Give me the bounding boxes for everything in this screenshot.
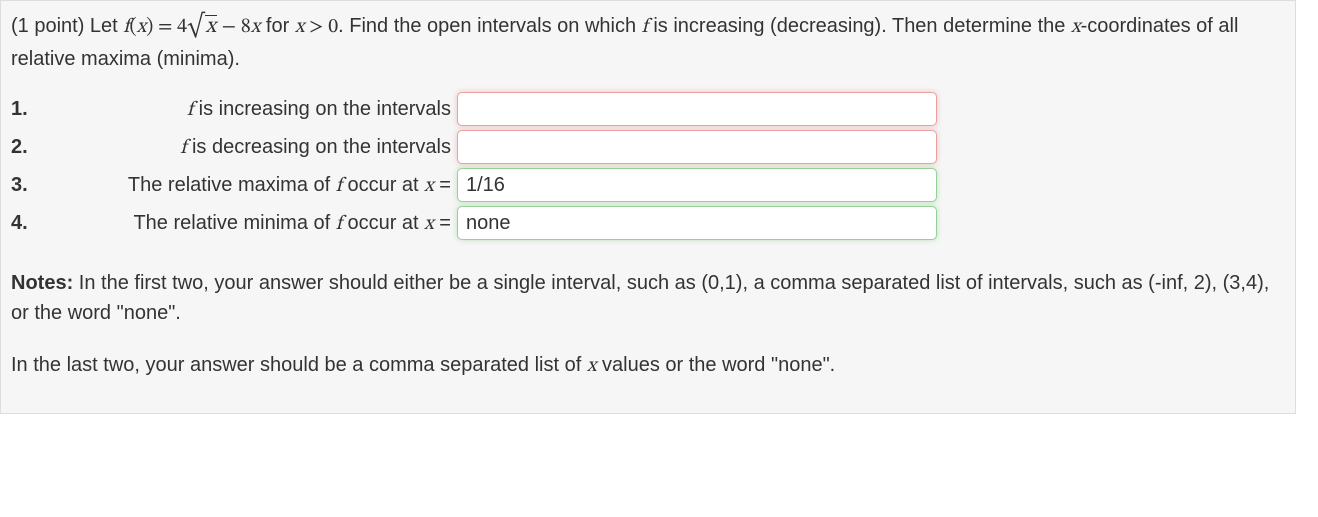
answer-input-2[interactable] xyxy=(457,130,937,164)
notes-label: Notes: xyxy=(11,272,73,294)
points-prefix: (1 point) Let xyxy=(11,15,123,37)
list-item: 3. The relative maxima of f occur at x = xyxy=(11,168,1285,202)
x-italic: x xyxy=(424,176,434,196)
item-label: f is decreasing on the intervals xyxy=(41,132,457,163)
x-italic: x xyxy=(587,356,597,376)
list-item: 2. f is decreasing on the intervals xyxy=(11,130,1285,164)
x-ref: x xyxy=(1071,17,1081,37)
condition: x > 0 xyxy=(295,17,338,37)
answer-list: 1. f is increasing on the intervals 2. f… xyxy=(11,92,1285,240)
answer-input-1[interactable] xyxy=(457,92,937,126)
item-number: 3. xyxy=(11,170,41,200)
item-number: 4. xyxy=(11,208,41,238)
for-text: for xyxy=(260,15,294,37)
question-text: (1 point) Let f(x) = 4√x − 8x for x > 0.… xyxy=(11,11,1285,74)
function-fx: f(x) xyxy=(123,17,153,37)
list-item: 4. The relative minima of f occur at x = xyxy=(11,206,1285,240)
answer-input-4[interactable] xyxy=(457,206,937,240)
notes-p2: In the last two, your answer should be a… xyxy=(11,350,1285,381)
notes-section: Notes: In the first two, your answer sho… xyxy=(11,268,1285,381)
problem-container: (1 point) Let f(x) = 4√x − 8x for x > 0.… xyxy=(0,0,1296,414)
notes-p1: Notes: In the first two, your answer sho… xyxy=(11,268,1285,328)
after2: is increasing (decreasing). Then determi… xyxy=(648,15,1071,37)
answer-input-3[interactable] xyxy=(457,168,937,202)
item-label: The relative maxima of f occur at x = xyxy=(41,170,457,201)
list-item: 1. f is increasing on the intervals xyxy=(11,92,1285,126)
equals: = 4√x − 8x xyxy=(153,17,260,37)
after1: . Find the open intervals on which xyxy=(338,15,642,37)
item-label: f is increasing on the intervals xyxy=(41,94,457,125)
item-label: The relative minima of f occur at x = xyxy=(41,208,457,239)
x-italic: x xyxy=(424,214,434,234)
item-number: 2. xyxy=(11,132,41,162)
item-number: 1. xyxy=(11,94,41,124)
